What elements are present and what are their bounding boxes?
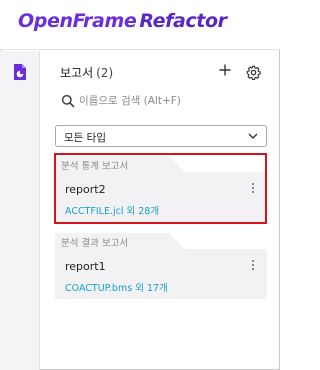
report-card[interactable]: report2 ACCTFILE.jcl 외 28개 <box>55 172 267 222</box>
more-options-icon[interactable] <box>251 183 255 197</box>
chevron-down-icon <box>248 133 258 139</box>
add-report-button[interactable] <box>218 64 232 78</box>
brand-refactor: Refactor <box>139 10 227 32</box>
search-box <box>55 90 267 112</box>
type-filter-value: 모든 타입 <box>64 132 106 144</box>
type-filter-select[interactable]: 모든 타입 <box>55 125 267 147</box>
settings-button[interactable] <box>246 65 261 81</box>
group-label: 분석 결과 보고서 <box>61 238 129 249</box>
activity-reports-button[interactable] <box>8 60 32 84</box>
app-logo: OpenFrame Refactor <box>18 10 227 32</box>
plus-icon <box>219 64 231 76</box>
search-input[interactable] <box>79 91 265 111</box>
more-options-icon[interactable] <box>251 260 255 274</box>
gear-icon <box>246 65 261 81</box>
app-header: OpenFrame Refactor <box>0 0 280 50</box>
brand-openframe: OpenFrame <box>18 10 137 32</box>
panel-title-text: 보고서 <box>60 66 94 80</box>
report-title: report1 <box>65 260 106 273</box>
report-card[interactable]: report1 COACTUP.bms 외 17개 <box>55 249 267 299</box>
search-icon <box>61 94 75 108</box>
report-document-icon <box>14 64 26 80</box>
group-label: 분석 통계 보고서 <box>61 161 129 172</box>
panel-title: 보고서 (2) <box>60 64 113 81</box>
activity-bar <box>0 51 40 370</box>
report-title: report2 <box>65 183 106 196</box>
report-count: (2) <box>96 66 114 80</box>
report-subtitle: ACCTFILE.jcl 외 28개 <box>65 206 160 217</box>
report-subtitle: COACTUP.bms 외 17개 <box>65 283 168 294</box>
